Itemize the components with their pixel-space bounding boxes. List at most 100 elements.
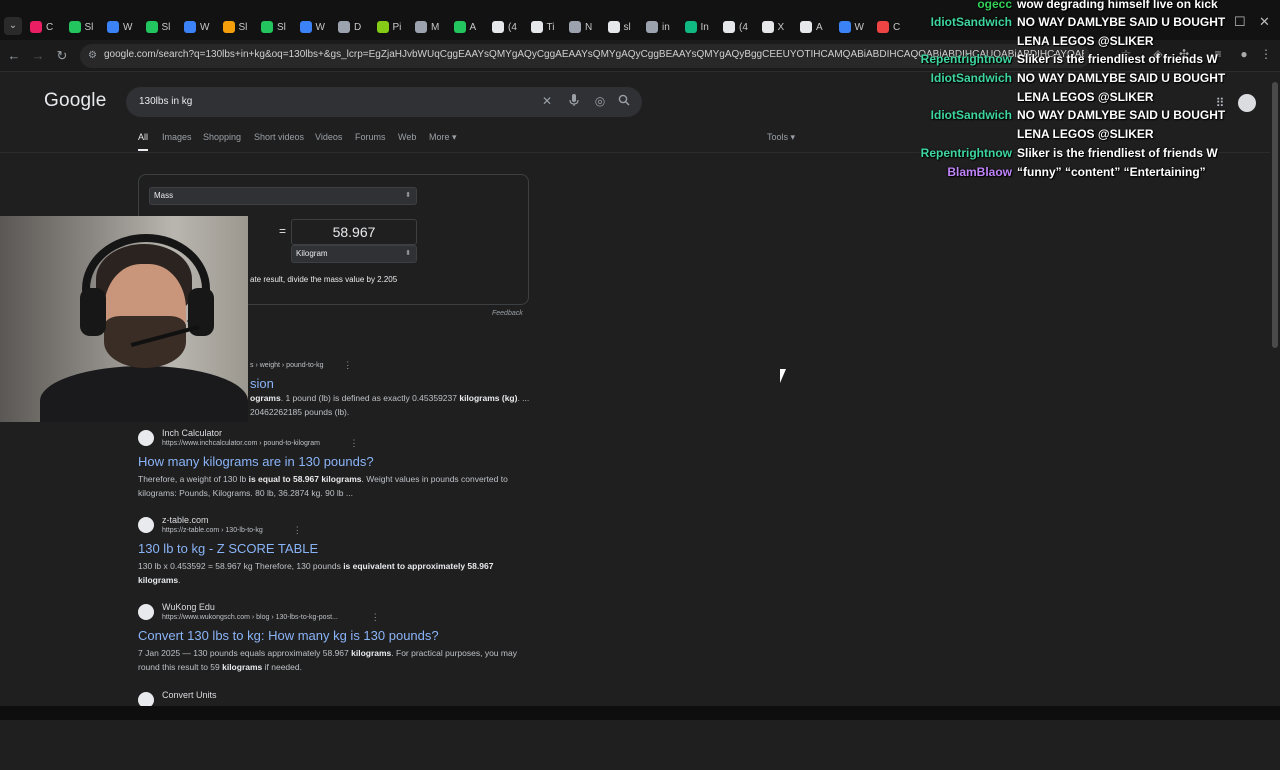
chrome-menu-icon[interactable]: ⋮: [1258, 47, 1274, 63]
page-scrollbar[interactable]: [1270, 72, 1280, 706]
tab-label: W: [123, 21, 133, 33]
scrollbar-thumb[interactable]: [1272, 82, 1278, 348]
lens-search-icon[interactable]: ◎: [592, 94, 608, 108]
chat-username[interactable]: IdiotSandwich: [920, 71, 1012, 85]
browser-tab[interactable]: sl: [607, 16, 631, 38]
clear-search-icon[interactable]: ✕: [539, 94, 555, 108]
tab-label: D: [354, 21, 362, 33]
chat-username[interactable]: BlamBlaow: [920, 165, 1012, 179]
search-input[interactable]: 130lbs in kg: [139, 96, 192, 107]
tab-label: A: [469, 21, 477, 33]
quantity-select[interactable]: Mass ⬍: [149, 187, 417, 205]
browser-tab[interactable]: A: [800, 16, 823, 38]
browser-tab[interactable]: In: [684, 16, 709, 38]
chat-username[interactable]: Repentrightnow: [920, 146, 1012, 160]
browser-tab[interactable]: Sl: [261, 16, 286, 38]
browser-tab[interactable]: Pi: [376, 16, 402, 38]
tab-label: Sl: [277, 21, 286, 33]
browser-tab[interactable]: C: [877, 16, 900, 38]
result-title-link[interactable]: 130 lb to kg - Z SCORE TABLE: [138, 541, 318, 556]
tab-label: A: [816, 21, 823, 33]
browser-tab[interactable]: in: [646, 16, 670, 38]
search-tab[interactable]: Web: [398, 132, 416, 142]
browser-tab[interactable]: Sl: [68, 16, 93, 38]
chat-text: NO WAY DAMLYBE SAID U BOUGHT LENA LEGOS …: [1017, 15, 1226, 48]
search-result: Inch Calculator https://www.inchcalculato…: [138, 428, 528, 508]
browser-tab[interactable]: C: [30, 16, 53, 38]
result-url[interactable]: https://z-table.com › 130-lb-to-kg: [162, 527, 263, 534]
back-button[interactable]: ←: [4, 46, 24, 66]
result-options-icon[interactable]: ⋮: [293, 525, 302, 536]
chat-username[interactable]: Repentrightnow: [920, 52, 1012, 66]
search-tab[interactable]: Images: [162, 132, 192, 142]
browser-tab[interactable]: Sl: [222, 16, 247, 38]
to-value-input[interactable]: 58.967: [291, 219, 417, 245]
result-options-icon[interactable]: ⋮: [350, 438, 359, 449]
chat-username[interactable]: IdiotSandwich: [920, 15, 1012, 29]
tab-favicon-icon: [607, 21, 620, 33]
google-logo[interactable]: Google: [44, 90, 106, 112]
browser-tab[interactable]: X: [761, 16, 784, 38]
browser-tab[interactable]: Sl: [145, 16, 170, 38]
search-tab[interactable]: More ▾: [429, 132, 457, 143]
calculator-icon[interactable]: [138, 430, 154, 446]
tools-button[interactable]: Tools ▾: [767, 132, 795, 143]
tab-favicon-icon: [569, 21, 581, 33]
result-options-icon[interactable]: ⋮: [343, 360, 352, 371]
result-site-name[interactable]: WuKong Edu: [162, 602, 215, 612]
search-result: z-table.com https://z-table.com › 130-lb-…: [138, 515, 528, 595]
browser-tab[interactable]: Ti: [530, 16, 554, 38]
browser-tab[interactable]: W: [107, 16, 132, 38]
search-tab[interactable]: Shopping: [203, 132, 241, 142]
search-submit-icon[interactable]: [616, 94, 632, 109]
close-window-icon[interactable]: ✕: [1259, 14, 1270, 30]
result-snippet: ograms. 1 pound (lb) is defined as exact…: [250, 393, 530, 417]
tab-favicon-icon: [299, 21, 312, 33]
result-snippet: 7 Jan 2025 — 130 pounds equals approxima…: [138, 648, 517, 672]
tab-label: Pi: [392, 21, 402, 33]
voice-search-icon[interactable]: [568, 93, 580, 110]
browser-tab[interactable]: D: [338, 16, 361, 38]
result-url[interactable]: https://www.inchcalculator.com › pound-t…: [162, 440, 320, 447]
browser-tab[interactable]: W: [838, 16, 864, 38]
tab-favicon-icon: [184, 21, 196, 33]
browser-tab[interactable]: N: [569, 16, 592, 38]
result-options-icon[interactable]: ⋮: [371, 612, 380, 623]
result-site-name[interactable]: Convert Units: [162, 690, 217, 700]
headset-left-ear-icon: [80, 288, 106, 336]
search-tab[interactable]: All: [138, 132, 148, 142]
chat-username[interactable]: IdiotSandwich: [920, 108, 1012, 122]
search-box[interactable]: 130lbs in kg ✕ ◎: [126, 87, 642, 117]
browser-tab[interactable]: W: [184, 16, 209, 38]
browser-tab[interactable]: M: [415, 16, 439, 38]
forward-button[interactable]: →: [28, 46, 48, 66]
to-unit-select[interactable]: Kilogram ⬍: [291, 245, 417, 263]
z-table-icon[interactable]: [138, 517, 154, 533]
tab-label: C: [893, 21, 901, 33]
result-title-link[interactable]: Convert 130 lbs to kg: How many kg is 13…: [138, 628, 439, 643]
site-info-icon[interactable]: ⚙: [88, 50, 97, 61]
tab-search-button[interactable]: ⌄: [4, 17, 22, 35]
result-url[interactable]: https://www.wukongsch.com › blog › 130-l…: [162, 614, 338, 621]
search-result: Convert Units: [138, 690, 528, 770]
feedback-link[interactable]: Feedback: [492, 310, 523, 317]
search-tab[interactable]: Short videos: [254, 132, 304, 142]
search-tab[interactable]: Videos: [315, 132, 342, 142]
tab-favicon-icon: [415, 21, 427, 33]
result-url[interactable]: s › weight › pound-to-kg: [250, 362, 324, 369]
search-tab[interactable]: Forums: [355, 132, 386, 142]
tab-label: N: [585, 21, 593, 33]
tab-label: W: [200, 21, 210, 33]
browser-tab[interactable]: W: [299, 16, 325, 38]
browser-tab[interactable]: (4: [723, 16, 748, 38]
result-site-name[interactable]: z-table.com: [162, 515, 209, 525]
wukong-icon[interactable]: [138, 604, 154, 620]
chat-username[interactable]: ogecc: [920, 0, 1012, 11]
browser-tab[interactable]: (4: [492, 16, 517, 38]
result-site-name[interactable]: Inch Calculator: [162, 428, 222, 438]
result-title-link[interactable]: sion: [250, 376, 274, 391]
browser-tab[interactable]: A: [453, 16, 477, 38]
result-title-link[interactable]: How many kilograms are in 130 pounds?: [138, 454, 374, 469]
reload-button[interactable]: ↻: [52, 46, 72, 66]
tab-favicon-icon: [30, 21, 42, 33]
